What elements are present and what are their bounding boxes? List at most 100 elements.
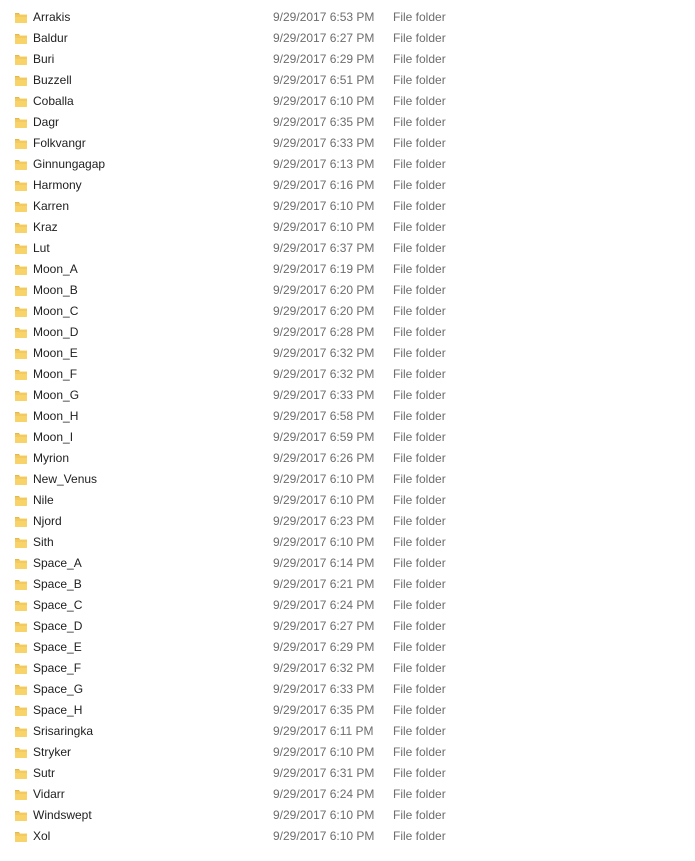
folder-icon — [14, 73, 28, 87]
file-date-modified: 9/29/2017 6:32 PM — [273, 346, 375, 360]
file-type: File folder — [393, 472, 446, 486]
file-name: Arrakis — [33, 10, 71, 24]
file-date-modified: 9/29/2017 6:29 PM — [273, 640, 375, 654]
file-row[interactable]: Space_D 9/29/2017 6:27 PM File folder — [0, 616, 695, 637]
file-row[interactable]: Windswept 9/29/2017 6:10 PM File folder — [0, 805, 695, 826]
file-date-modified: 9/29/2017 6:16 PM — [273, 178, 375, 192]
file-date-modified: 9/29/2017 6:10 PM — [273, 94, 375, 108]
file-row[interactable]: Stryker 9/29/2017 6:10 PM File folder — [0, 742, 695, 763]
file-list: Arrakis 9/29/2017 6:53 PM File folder Ba… — [0, 7, 695, 847]
file-name: Buri — [33, 52, 55, 66]
file-row[interactable]: Space_E 9/29/2017 6:29 PM File folder — [0, 637, 695, 658]
folder-icon — [14, 367, 28, 381]
file-row[interactable]: Moon_D 9/29/2017 6:28 PM File folder — [0, 322, 695, 343]
file-row[interactable]: Buzzell 9/29/2017 6:51 PM File folder — [0, 70, 695, 91]
file-type: File folder — [393, 388, 446, 402]
file-row[interactable]: Space_C 9/29/2017 6:24 PM File folder — [0, 595, 695, 616]
file-name: Sith — [33, 535, 54, 549]
file-date-modified: 9/29/2017 6:51 PM — [273, 73, 375, 87]
file-date-modified: 9/29/2017 6:35 PM — [273, 703, 375, 717]
file-row[interactable]: Ginnungagap 9/29/2017 6:13 PM File folde… — [0, 154, 695, 175]
file-name: Sutr — [33, 766, 56, 780]
folder-icon — [14, 766, 28, 780]
file-name: Space_H — [33, 703, 83, 717]
file-type: File folder — [393, 136, 446, 150]
file-date-modified: 9/29/2017 6:20 PM — [273, 283, 375, 297]
file-name: Coballa — [33, 94, 74, 108]
file-date-modified: 9/29/2017 6:59 PM — [273, 430, 375, 444]
folder-icon — [14, 556, 28, 570]
file-type: File folder — [393, 619, 446, 633]
folder-icon — [14, 619, 28, 633]
file-row[interactable]: Moon_A 9/29/2017 6:19 PM File folder — [0, 259, 695, 280]
file-row[interactable]: Kraz 9/29/2017 6:10 PM File folder — [0, 217, 695, 238]
file-row[interactable]: Space_A 9/29/2017 6:14 PM File folder — [0, 553, 695, 574]
file-row[interactable]: Lut 9/29/2017 6:37 PM File folder — [0, 238, 695, 259]
file-date-modified: 9/29/2017 6:10 PM — [273, 220, 375, 234]
file-row[interactable]: Space_F 9/29/2017 6:32 PM File folder — [0, 658, 695, 679]
file-name: Windswept — [33, 808, 92, 822]
folder-icon — [14, 178, 28, 192]
folder-icon — [14, 430, 28, 444]
file-date-modified: 9/29/2017 6:19 PM — [273, 262, 375, 276]
folder-icon — [14, 577, 28, 591]
file-row[interactable]: Sith 9/29/2017 6:10 PM File folder — [0, 532, 695, 553]
file-type: File folder — [393, 283, 446, 297]
file-row[interactable]: Dagr 9/29/2017 6:35 PM File folder — [0, 112, 695, 133]
file-type: File folder — [393, 493, 446, 507]
file-row[interactable]: Srisaringka 9/29/2017 6:11 PM File folde… — [0, 721, 695, 742]
file-type: File folder — [393, 430, 446, 444]
file-type: File folder — [393, 766, 446, 780]
file-row[interactable]: Baldur 9/29/2017 6:27 PM File folder — [0, 28, 695, 49]
file-type: File folder — [393, 556, 446, 570]
file-row[interactable]: Folkvangr 9/29/2017 6:33 PM File folder — [0, 133, 695, 154]
file-row[interactable]: Moon_E 9/29/2017 6:32 PM File folder — [0, 343, 695, 364]
folder-icon — [14, 598, 28, 612]
file-type: File folder — [393, 325, 446, 339]
file-date-modified: 9/29/2017 6:14 PM — [273, 556, 375, 570]
file-row[interactable]: Coballa 9/29/2017 6:10 PM File folder — [0, 91, 695, 112]
file-row[interactable]: Space_H 9/29/2017 6:35 PM File folder — [0, 700, 695, 721]
file-date-modified: 9/29/2017 6:10 PM — [273, 829, 375, 843]
file-type: File folder — [393, 598, 446, 612]
file-row[interactable]: Moon_H 9/29/2017 6:58 PM File folder — [0, 406, 695, 427]
file-row[interactable]: Myrion 9/29/2017 6:26 PM File folder — [0, 448, 695, 469]
file-type: File folder — [393, 724, 446, 738]
file-row[interactable]: Arrakis 9/29/2017 6:53 PM File folder — [0, 7, 695, 28]
file-date-modified: 9/29/2017 6:32 PM — [273, 661, 375, 675]
file-row[interactable]: Sutr 9/29/2017 6:31 PM File folder — [0, 763, 695, 784]
file-row[interactable]: Nile 9/29/2017 6:10 PM File folder — [0, 490, 695, 511]
file-row[interactable]: Xol 9/29/2017 6:10 PM File folder — [0, 826, 695, 847]
file-date-modified: 9/29/2017 6:58 PM — [273, 409, 375, 423]
folder-icon — [14, 199, 28, 213]
file-row[interactable]: Moon_B 9/29/2017 6:20 PM File folder — [0, 280, 695, 301]
file-date-modified: 9/29/2017 6:10 PM — [273, 535, 375, 549]
file-row[interactable]: Moon_G 9/29/2017 6:33 PM File folder — [0, 385, 695, 406]
file-name: Dagr — [33, 115, 60, 129]
file-date-modified: 9/29/2017 6:10 PM — [273, 199, 375, 213]
folder-icon — [14, 283, 28, 297]
file-row[interactable]: Moon_F 9/29/2017 6:32 PM File folder — [0, 364, 695, 385]
file-date-modified: 9/29/2017 6:35 PM — [273, 115, 375, 129]
file-name: Space_F — [33, 661, 82, 675]
file-name: Srisaringka — [33, 724, 94, 738]
folder-icon — [14, 94, 28, 108]
file-name: Space_E — [33, 640, 82, 654]
file-name: Moon_B — [33, 283, 78, 297]
folder-icon — [14, 220, 28, 234]
file-row[interactable]: Moon_I 9/29/2017 6:59 PM File folder — [0, 427, 695, 448]
file-row[interactable]: Harmony 9/29/2017 6:16 PM File folder — [0, 175, 695, 196]
file-row[interactable]: Space_G 9/29/2017 6:33 PM File folder — [0, 679, 695, 700]
file-row[interactable]: Buri 9/29/2017 6:29 PM File folder — [0, 49, 695, 70]
file-name: Baldur — [33, 31, 68, 45]
file-name: Space_A — [33, 556, 82, 570]
file-row[interactable]: Karren 9/29/2017 6:10 PM File folder — [0, 196, 695, 217]
file-name: Folkvangr — [33, 136, 86, 150]
file-row[interactable]: Njord 9/29/2017 6:23 PM File folder — [0, 511, 695, 532]
file-row[interactable]: New_Venus 9/29/2017 6:10 PM File folder — [0, 469, 695, 490]
file-row[interactable]: Moon_C 9/29/2017 6:20 PM File folder — [0, 301, 695, 322]
file-row[interactable]: Vidarr 9/29/2017 6:24 PM File folder — [0, 784, 695, 805]
file-name: Nile — [33, 493, 54, 507]
folder-icon — [14, 640, 28, 654]
file-row[interactable]: Space_B 9/29/2017 6:21 PM File folder — [0, 574, 695, 595]
